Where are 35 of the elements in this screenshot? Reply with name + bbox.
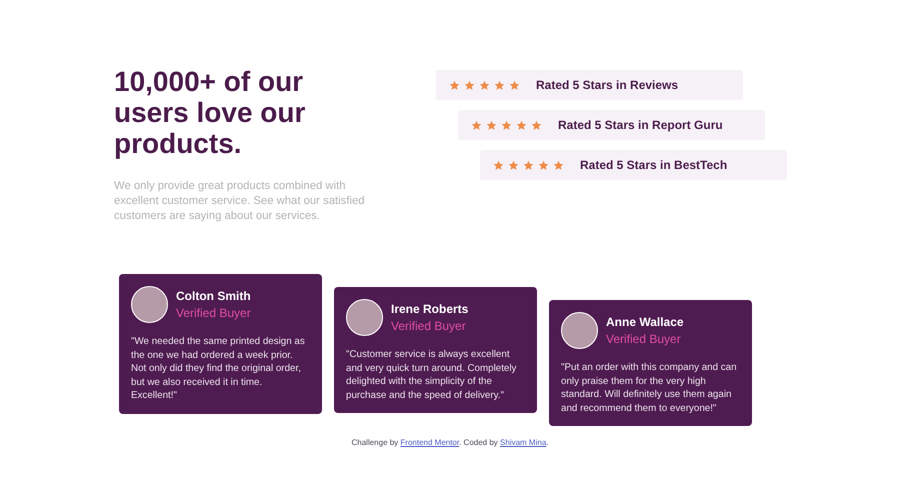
star-icon xyxy=(486,120,497,130)
testimonial-quote: "Customer service is always excellent and very quick turn around. Completely delighted with the simplicity of the purchase and the speed of delivery." xyxy=(346,348,518,402)
star-icon xyxy=(531,120,542,130)
intro-text: We only provide great products combined with excellent customer service. See what our satisfied customers are saying about our services. xyxy=(114,179,366,224)
star-icon xyxy=(516,120,527,130)
star-icon xyxy=(464,80,475,90)
reviewer-name: Irene Roberts xyxy=(391,302,468,316)
page-heading: 10,000+ of our users love our products. xyxy=(114,66,306,159)
testimonial-quote: "We needed the same printed design as the one we had ordered a week prior. Not only did they find the original order, but we also received it in time. Excellent!" xyxy=(131,335,306,402)
star-icon xyxy=(509,80,520,90)
reviewer-name: Colton Smith xyxy=(176,289,251,303)
avatar xyxy=(561,312,598,349)
reviewer-name: Anne Wallace xyxy=(606,315,684,329)
star-icon xyxy=(553,160,564,170)
rating-label: Rated 5 Stars in Reviews xyxy=(536,78,678,92)
star-icon xyxy=(538,160,549,170)
frontend-mentor-link[interactable]: Frontend Mentor xyxy=(400,438,460,447)
author-link[interactable]: Shivam Mina xyxy=(500,438,546,447)
star-icon xyxy=(493,160,504,170)
star-icon xyxy=(494,80,505,90)
reviewer-role: Verified Buyer xyxy=(391,319,467,333)
avatar xyxy=(131,286,168,323)
star-icon xyxy=(479,80,490,90)
testimonial-quote: "Put an order with this company and can only praise them for the very high standard. Will definitely use them again and recommend them to everyone!" xyxy=(561,361,738,415)
reviewer-role: Verified Buyer xyxy=(606,332,682,346)
star-icon xyxy=(501,120,512,130)
rating-label: Rated 5 Stars in Report Guru xyxy=(558,118,723,132)
star-icon xyxy=(523,160,534,170)
avatar xyxy=(346,299,383,336)
rating-label: Rated 5 Stars in BestTech xyxy=(580,158,728,172)
star-icon xyxy=(508,160,519,170)
reviewer-role: Verified Buyer xyxy=(176,306,251,320)
footer-credit: Challenge by Frontend Mentor. Coded by Shivam Mina. xyxy=(351,438,549,447)
star-icon xyxy=(449,80,460,90)
star-icon xyxy=(471,120,482,130)
